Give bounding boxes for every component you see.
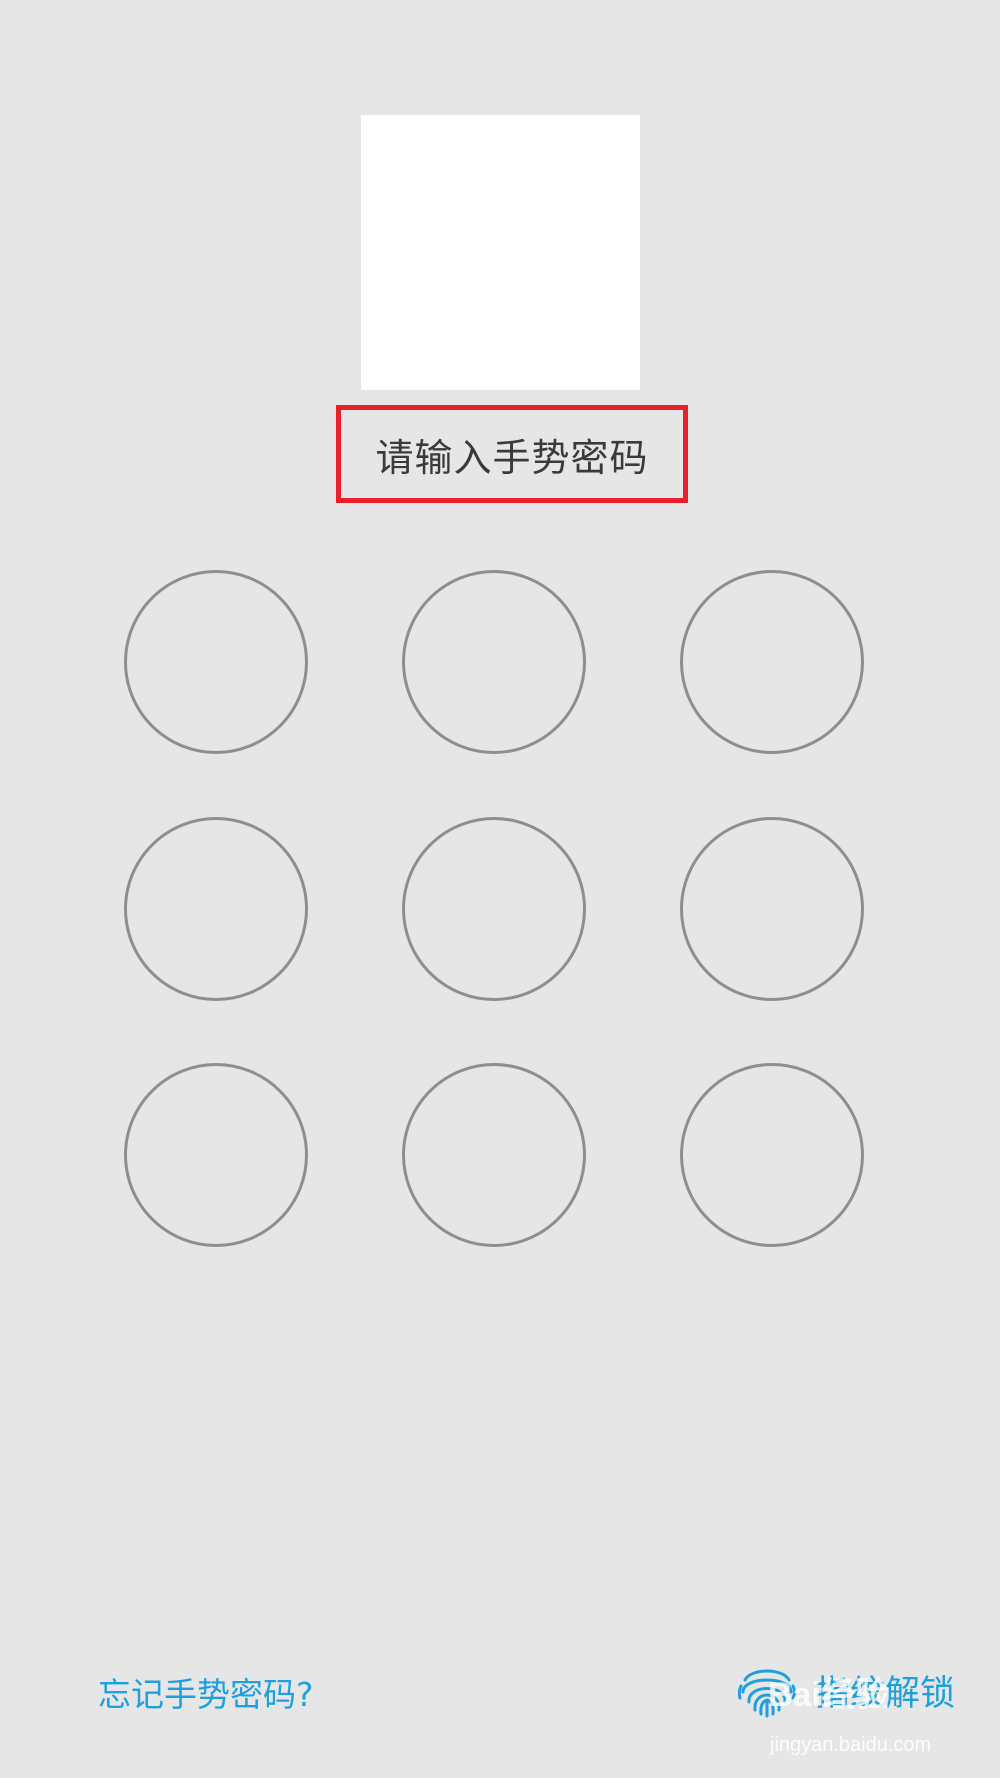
gesture-pattern-grid[interactable]: [0, 0, 1000, 1778]
baidu-watermark-url: jingyan.baidu.com: [770, 1734, 932, 1756]
pattern-dot[interactable]: [124, 570, 308, 754]
pattern-dot[interactable]: [680, 570, 864, 754]
pattern-dot[interactable]: [124, 1063, 308, 1247]
pattern-dot[interactable]: [402, 1063, 586, 1247]
forgot-gesture-link[interactable]: 忘记手势密码?: [98, 1668, 314, 1716]
pattern-dot[interactable]: [680, 1063, 864, 1247]
pattern-dot[interactable]: [402, 817, 586, 1001]
pattern-dot[interactable]: [680, 817, 864, 1001]
baidu-watermark: Bai经验: [768, 1676, 889, 1714]
pattern-dot[interactable]: [402, 570, 586, 754]
pattern-dot[interactable]: [124, 817, 308, 1001]
